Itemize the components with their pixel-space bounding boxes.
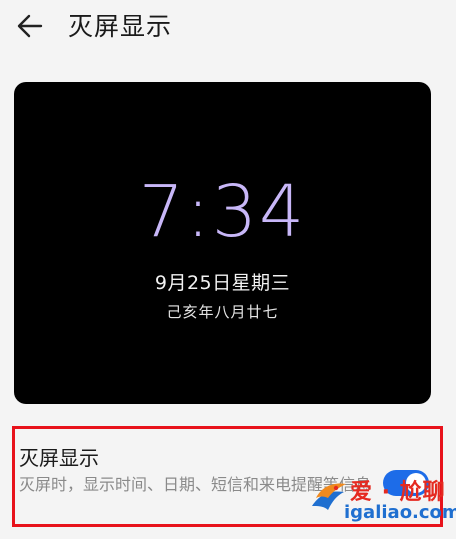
clock-date: 9月25日星期三: [154, 272, 291, 294]
aod-setting-row[interactable]: 灭屏显示 灭屏时，显示时间、日期、短信和来电提醒等信息: [12, 426, 443, 527]
header: 灭屏显示: [0, 0, 456, 52]
clock-lunar-date: 己亥年八月廿七: [166, 303, 279, 321]
setting-description: 灭屏时，显示时间、日期、短信和来电提醒等信息: [19, 475, 372, 494]
screen: 灭屏显示 7:34 9月25日星期三 己亥年八月廿七 灭屏显示 灭屏时，显示时间…: [0, 0, 456, 539]
aod-toggle[interactable]: [383, 470, 429, 496]
toggle-knob: [406, 473, 426, 493]
clock-time: 7:34: [138, 170, 307, 253]
back-button[interactable]: [12, 8, 48, 44]
aod-preview: 7:34 9月25日星期三 己亥年八月廿七: [14, 82, 431, 404]
page-title: 灭屏显示: [68, 12, 173, 41]
setting-title: 灭屏显示: [19, 446, 99, 470]
arrow-left-icon: [17, 14, 43, 38]
